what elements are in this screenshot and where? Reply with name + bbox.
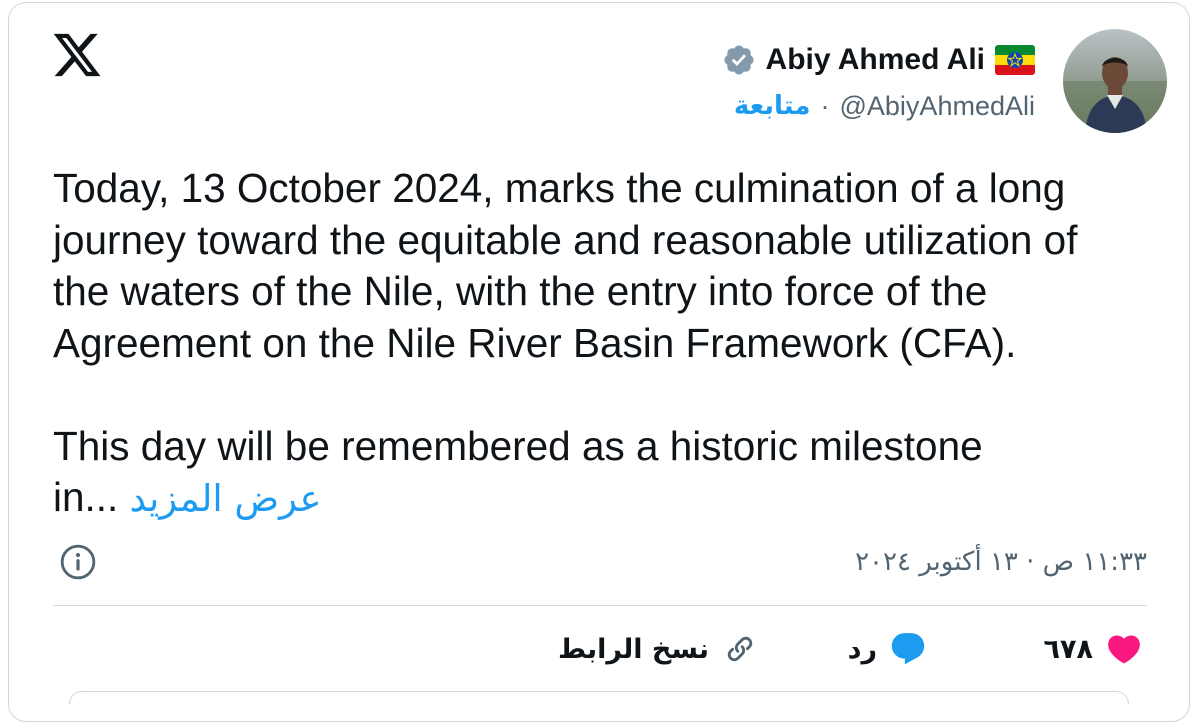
truncated-tail: in... (53, 474, 119, 520)
like-count: ٦٧٨ (1043, 633, 1093, 665)
separator-dot: · (820, 90, 830, 121)
avatar-image (1063, 29, 1167, 133)
like-button[interactable]: ٦٧٨ (1044, 627, 1143, 671)
verified-badge-icon (724, 45, 754, 75)
tweet-line: This day will be remembered as a histori… (53, 422, 983, 469)
reply-button[interactable]: رد (848, 627, 927, 671)
tweet-line: Agreement on the Nile River Basin Framew… (53, 319, 1017, 366)
author-handle-row: متابعة · @AbiyAhmedAli (734, 87, 1035, 125)
avatar[interactable] (1063, 29, 1167, 133)
tweet-line-last: in... عرض المزيد (53, 472, 1173, 525)
tweet-line: the waters of the Nile, with the entry i… (53, 268, 988, 314)
ethiopia-flag-icon (995, 45, 1035, 75)
tweet-card: Abiy Ahmed Ali متابعة · @AbiyAhmedAli To… (8, 2, 1190, 722)
x-logo-icon[interactable] (49, 29, 105, 81)
read-replies-button-edge[interactable] (69, 691, 1129, 704)
timestamp[interactable]: ١١:٣٣ ص · ١٣ أكتوبر ٢٠٢٤ (855, 543, 1147, 581)
copy-link-label: نسخ الرابط (558, 633, 709, 665)
tweet-line: journey toward the equitable and reasona… (53, 216, 1078, 263)
follow-button[interactable]: متابعة (734, 91, 811, 121)
author-name-row[interactable]: Abiy Ahmed Ali (722, 39, 1035, 81)
info-icon[interactable] (59, 543, 97, 581)
reply-label: رد (847, 633, 877, 665)
tweet-line: Today, 13 October 2024, marks the culmin… (53, 165, 1066, 211)
author-display-name[interactable]: Abiy Ahmed Ali (766, 43, 985, 77)
show-more-link[interactable]: عرض المزيد (130, 477, 322, 520)
author-handle[interactable]: @AbiyAhmedAli (840, 91, 1036, 122)
copy-link-button[interactable]: نسخ الرابط (558, 627, 759, 671)
tweet-text: Today, 13 October 2024, marks the culmin… (53, 163, 1173, 525)
heart-icon (1108, 635, 1140, 664)
reply-bubble-icon (891, 633, 925, 665)
link-icon (727, 636, 753, 662)
divider (53, 605, 1147, 606)
